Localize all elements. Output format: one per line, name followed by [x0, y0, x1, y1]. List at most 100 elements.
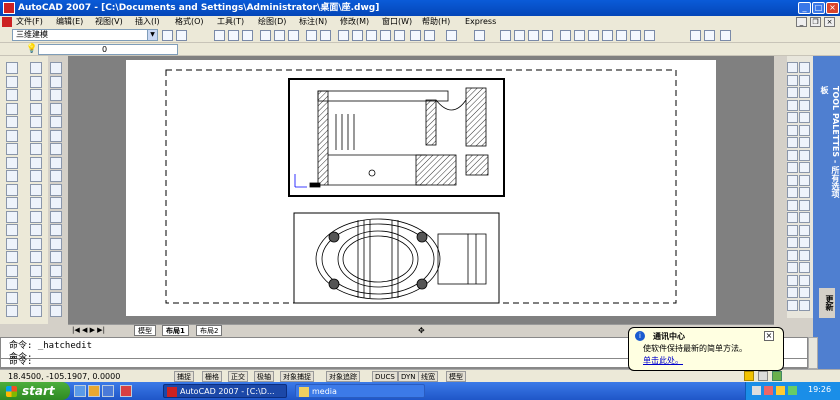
- palette-tool-icon[interactable]: [787, 112, 798, 123]
- insert-block-icon[interactable]: [50, 210, 62, 223]
- zoom-previous-icon[interactable]: [542, 30, 553, 41]
- quicklaunch-app-icon[interactable]: [120, 385, 132, 397]
- menu-modify[interactable]: 修改(M): [338, 16, 371, 28]
- modeling-tool-icon[interactable]: [30, 116, 42, 128]
- markup-icon[interactable]: [616, 30, 627, 41]
- menu-dimension[interactable]: 标注(N): [297, 16, 329, 28]
- modeling-tool-icon[interactable]: [6, 75, 18, 88]
- modeling-tool-icon[interactable]: [6, 278, 18, 290]
- palette-tool-icon[interactable]: [787, 274, 798, 286]
- palette-tool-icon[interactable]: [787, 287, 798, 298]
- lineweight-toggle[interactable]: 线宽: [418, 371, 438, 382]
- brush-icon[interactable]: [410, 30, 421, 41]
- modeling-tool-icon[interactable]: [30, 291, 42, 304]
- rectangle-icon[interactable]: [50, 116, 62, 128]
- tab-model[interactable]: 模型: [134, 325, 156, 336]
- snap-toggle[interactable]: 捕捉: [174, 371, 194, 382]
- help-icon[interactable]: [644, 30, 655, 41]
- polar-toggle[interactable]: 极轴: [254, 371, 274, 382]
- polyline-icon[interactable]: [50, 89, 62, 101]
- doc-minimize-button[interactable]: _: [796, 17, 807, 27]
- open-file-icon[interactable]: [228, 30, 239, 41]
- maximize-button[interactable]: □: [812, 2, 825, 14]
- palette-tool-icon[interactable]: [787, 149, 798, 161]
- modeling-tool-icon[interactable]: [6, 237, 18, 250]
- palette-tool-icon[interactable]: [799, 199, 810, 211]
- zoom-window-icon[interactable]: [528, 30, 539, 41]
- tray-icon[interactable]: [776, 386, 785, 395]
- polygon-icon[interactable]: [50, 102, 62, 115]
- modeling-tool-icon[interactable]: [30, 264, 42, 277]
- etransmit-icon[interactable]: [320, 30, 331, 41]
- tray-settings-icon[interactable]: [772, 371, 782, 381]
- menu-tools[interactable]: 工具(T): [215, 16, 246, 28]
- task-autocad[interactable]: AutoCAD 2007 - [C:\D...: [163, 384, 287, 398]
- modeling-tool-icon[interactable]: [6, 170, 18, 182]
- palette-tool-icon[interactable]: [799, 149, 810, 161]
- zoom-realtime-icon[interactable]: [514, 30, 525, 41]
- modeling-tool-icon[interactable]: [6, 62, 18, 74]
- palette-tool-icon[interactable]: [799, 162, 810, 173]
- modeling-tool-icon[interactable]: [30, 224, 42, 236]
- modeling-tool-icon[interactable]: [6, 156, 18, 169]
- tray-icon[interactable]: [752, 386, 761, 395]
- modeling-tool-icon[interactable]: [6, 183, 18, 196]
- layer-select[interactable]: 0: [38, 44, 178, 55]
- task-media[interactable]: media: [295, 384, 425, 398]
- modeling-tool-icon[interactable]: [6, 264, 18, 277]
- quicklaunch-ie-icon[interactable]: [74, 385, 86, 397]
- cut-icon[interactable]: [338, 30, 349, 41]
- grid-toggle[interactable]: 栅格: [202, 371, 222, 382]
- modeling-tool-icon[interactable]: [6, 291, 18, 304]
- palette-tool-icon[interactable]: [787, 249, 798, 261]
- table-icon[interactable]: [50, 291, 62, 304]
- palette-tool-icon[interactable]: [787, 62, 798, 73]
- menu-format[interactable]: 格式(O): [173, 16, 206, 28]
- menu-help[interactable]: 帮助(H): [420, 16, 452, 28]
- modeling-tool-icon[interactable]: [30, 237, 42, 250]
- tray-icon[interactable]: [788, 386, 797, 395]
- tab-layout2[interactable]: 布局2: [196, 325, 223, 336]
- modeling-tool-icon[interactable]: [6, 305, 18, 317]
- modeling-tool-icon[interactable]: [30, 170, 42, 182]
- properties-icon[interactable]: [560, 30, 571, 41]
- palette-tool-icon[interactable]: [787, 174, 798, 186]
- doc-restore-button[interactable]: ❐: [810, 17, 821, 27]
- palette-tool-icon[interactable]: [787, 162, 798, 173]
- osnap-toggle[interactable]: 对象捕捉: [280, 371, 314, 382]
- spline-icon[interactable]: [50, 170, 62, 182]
- new-file-icon[interactable]: [214, 30, 225, 41]
- modeling-tool-icon[interactable]: [30, 62, 42, 74]
- ellipse-arc-icon[interactable]: [50, 197, 62, 209]
- command-scrollbar[interactable]: [808, 337, 818, 369]
- quicklaunch-media-icon[interactable]: [88, 385, 100, 397]
- palette-tool-icon[interactable]: [787, 224, 798, 236]
- modeling-tool-icon[interactable]: [30, 251, 42, 263]
- tab-nav-arrows[interactable]: |◀ ◀ ▶ ▶|: [72, 326, 105, 334]
- palette-tool-icon[interactable]: [799, 299, 810, 311]
- palette-tool-icon[interactable]: [787, 262, 798, 273]
- dyn-toggle[interactable]: DYN: [398, 371, 419, 382]
- modeling-tool-icon[interactable]: [6, 89, 18, 101]
- workspace-select[interactable]: 三维建模 ▼: [12, 29, 158, 41]
- block-editor-icon[interactable]: [394, 30, 405, 41]
- palette-tool-icon[interactable]: [799, 62, 810, 73]
- arc-icon[interactable]: [50, 129, 62, 142]
- palette-tool-icon[interactable]: [787, 74, 798, 86]
- palette-tool-icon[interactable]: [787, 187, 798, 198]
- close-button[interactable]: ×: [826, 2, 839, 14]
- modeling-tool-icon[interactable]: [30, 305, 42, 317]
- palette-tool-icon[interactable]: [799, 274, 810, 286]
- hatch-icon[interactable]: [50, 251, 62, 263]
- modeling-tool-icon[interactable]: [6, 116, 18, 128]
- modeling-tool-icon[interactable]: [6, 129, 18, 142]
- ortho-toggle[interactable]: 正交: [228, 371, 248, 382]
- start-button[interactable]: start: [0, 382, 70, 400]
- design-center-icon[interactable]: [574, 30, 585, 41]
- palette-tool-icon[interactable]: [799, 74, 810, 86]
- modeling-tool-icon[interactable]: [6, 251, 18, 263]
- modeling-tool-icon[interactable]: [6, 224, 18, 236]
- minimize-button[interactable]: _: [798, 2, 811, 14]
- draw-line-icon[interactable]: [50, 62, 62, 74]
- layer-properties-icon[interactable]: [690, 30, 701, 41]
